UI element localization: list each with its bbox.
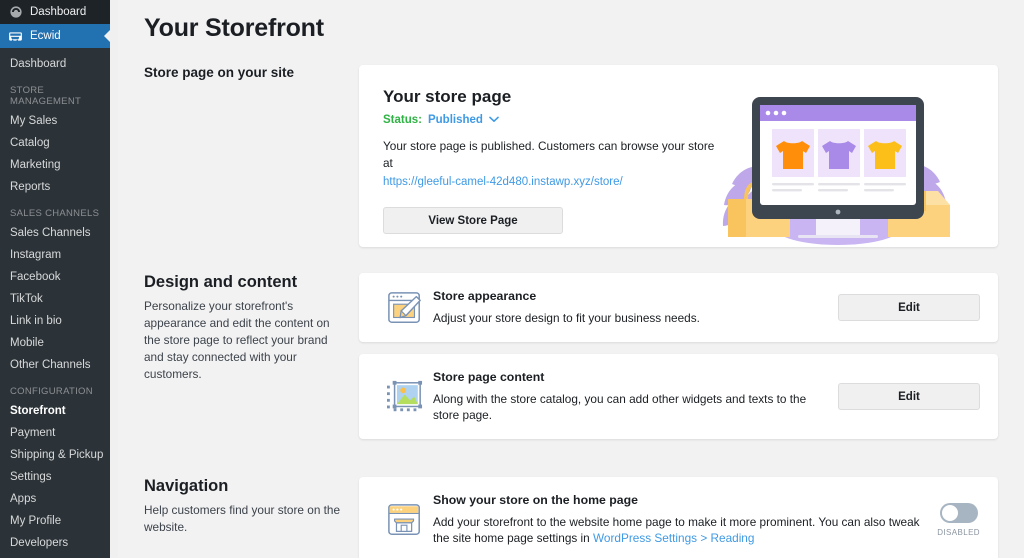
paintbrush-window-icon [377, 290, 433, 326]
section-heading: Navigation [144, 477, 341, 496]
section-store-page-left: Store page on your site [144, 65, 359, 80]
sidebar-item-label: Dashboard [30, 6, 86, 18]
sidebar-item-label: Ecwid [30, 30, 61, 42]
row-title: Store page content [433, 370, 826, 384]
toggle-knob [942, 505, 958, 521]
status-label: Status: [383, 114, 422, 126]
row-store-page-content[interactable]: Store page content Along with the store … [359, 354, 998, 439]
store-page-card-title: Your store page [383, 87, 719, 107]
row-store-page-content-text: Store page content Along with the store … [433, 370, 838, 423]
section-navigation-left: Navigation Help customers find your stor… [144, 477, 359, 536]
sidebar-item-shipping-pickup[interactable]: Shipping & Pickup [0, 444, 110, 466]
sidebar-item-facebook[interactable]: Facebook [0, 266, 110, 288]
show-store-toggle[interactable] [940, 503, 978, 523]
sidebar-item-link-in-bio[interactable]: Link in bio [0, 310, 110, 332]
sidebar-item-payment[interactable]: Payment [0, 422, 110, 444]
row-store-appearance-action: Edit [838, 294, 980, 321]
section-design-right: Store appearance Adjust your store desig… [359, 273, 998, 451]
store-page-description: Your store page is published. Customers … [383, 138, 719, 172]
row-description: Along with the store catalog, you can ad… [433, 391, 826, 423]
image-placeholder-icon [377, 379, 433, 415]
section-navigation: Navigation Help customers find your stor… [118, 477, 1024, 558]
sidebar-item-instagram[interactable]: Instagram [0, 244, 110, 266]
section-store-page-right: Your store page Status: Published Your s… [359, 65, 998, 247]
status-value[interactable]: Published [428, 114, 483, 126]
sidebar-item-mobile[interactable]: Mobile [0, 332, 110, 354]
section-description: Help customers find your store on the we… [144, 502, 341, 536]
edit-store-page-content-button[interactable]: Edit [838, 383, 980, 410]
sidebar-item-my-sales[interactable]: My Sales [0, 110, 110, 132]
toggle-state-label: DISABLED [937, 528, 980, 537]
wp-admin-sidebar: Dashboard Ecwid DashboardSTORE MANAGEMEN… [0, 0, 110, 558]
row-show-store-home-page[interactable]: Show your store on the home page Add you… [359, 477, 998, 558]
row-store-appearance-text: Store appearance Adjust your store desig… [433, 289, 838, 326]
row-description: Adjust your store design to fit your bus… [433, 310, 826, 326]
sidebar-item-developers[interactable]: Developers [0, 532, 110, 554]
sidebar-item-reports[interactable]: Reports [0, 176, 110, 198]
sidebar-item-dashboard[interactable]: Dashboard [0, 53, 110, 75]
section-store-page: Store page on your site Your store page … [118, 65, 1024, 247]
store-page-illustration [719, 87, 998, 247]
sidebar-item-my-profile[interactable]: My Profile [0, 510, 110, 532]
sidebar-item-advanced[interactable]: Advanced [0, 554, 110, 558]
edit-store-appearance-button[interactable]: Edit [838, 294, 980, 321]
sidebar-item-ecwid[interactable]: Ecwid [0, 24, 110, 48]
row-show-store-action: DISABLED [937, 503, 980, 537]
section-description: Personalize your storefront's appearance… [144, 298, 341, 383]
sidebar-item-tiktok[interactable]: TikTok [0, 288, 110, 310]
store-page-card-body: Your store page Status: Published Your s… [359, 87, 719, 247]
sidebar-content-gap [110, 0, 118, 558]
row-title: Store appearance [433, 289, 826, 303]
sidebar-item-dashboard[interactable]: Dashboard [0, 0, 110, 24]
sidebar-group-store-management: STORE MANAGEMENT [0, 75, 110, 110]
sidebar-group-sales-channels: SALES CHANNELS [0, 198, 110, 222]
sidebar-item-settings[interactable]: Settings [0, 466, 110, 488]
sidebar-item-catalog[interactable]: Catalog [0, 132, 110, 154]
row-show-store-text: Show your store on the home page Add you… [433, 493, 937, 546]
storefront-window-icon [377, 502, 433, 538]
store-status-line: Status: Published [383, 114, 719, 126]
dashboard-icon [8, 5, 23, 20]
view-store-page-button[interactable]: View Store Page [383, 207, 563, 234]
sidebar-item-apps[interactable]: Apps [0, 488, 110, 510]
sidebar-item-marketing[interactable]: Marketing [0, 154, 110, 176]
sidebar-item-sales-channels[interactable]: Sales Channels [0, 222, 110, 244]
store-page-url-link[interactable]: https://gleeful-camel-42d480.instawp.xyz… [383, 176, 623, 188]
chevron-down-icon[interactable] [489, 115, 499, 126]
wordpress-settings-link[interactable]: WordPress Settings > Reading [593, 531, 754, 545]
row-title: Show your store on the home page [433, 493, 925, 507]
section-navigation-right: Show your store on the home page Add you… [359, 477, 998, 558]
store-page-card: Your store page Status: Published Your s… [359, 65, 998, 247]
row-store-page-content-action: Edit [838, 383, 980, 410]
main-content: Your Storefront Store page on your site … [118, 0, 1024, 558]
section-heading: Design and content [144, 273, 341, 292]
section-design-left: Design and content Personalize your stor… [144, 273, 359, 383]
row-description: Add your storefront to the website home … [433, 514, 925, 546]
sidebar-group-configuration: CONFIGURATION [0, 376, 110, 400]
cart-icon [8, 29, 23, 44]
page-title: Your Storefront [118, 0, 1024, 43]
sidebar-submenu: DashboardSTORE MANAGEMENTMy SalesCatalog… [0, 48, 110, 558]
row-store-appearance[interactable]: Store appearance Adjust your store desig… [359, 273, 998, 342]
section-heading: Store page on your site [144, 65, 341, 80]
section-design-and-content: Design and content Personalize your stor… [118, 273, 1024, 451]
sidebar-item-storefront[interactable]: Storefront [0, 400, 110, 422]
sidebar-item-other-channels[interactable]: Other Channels [0, 354, 110, 376]
